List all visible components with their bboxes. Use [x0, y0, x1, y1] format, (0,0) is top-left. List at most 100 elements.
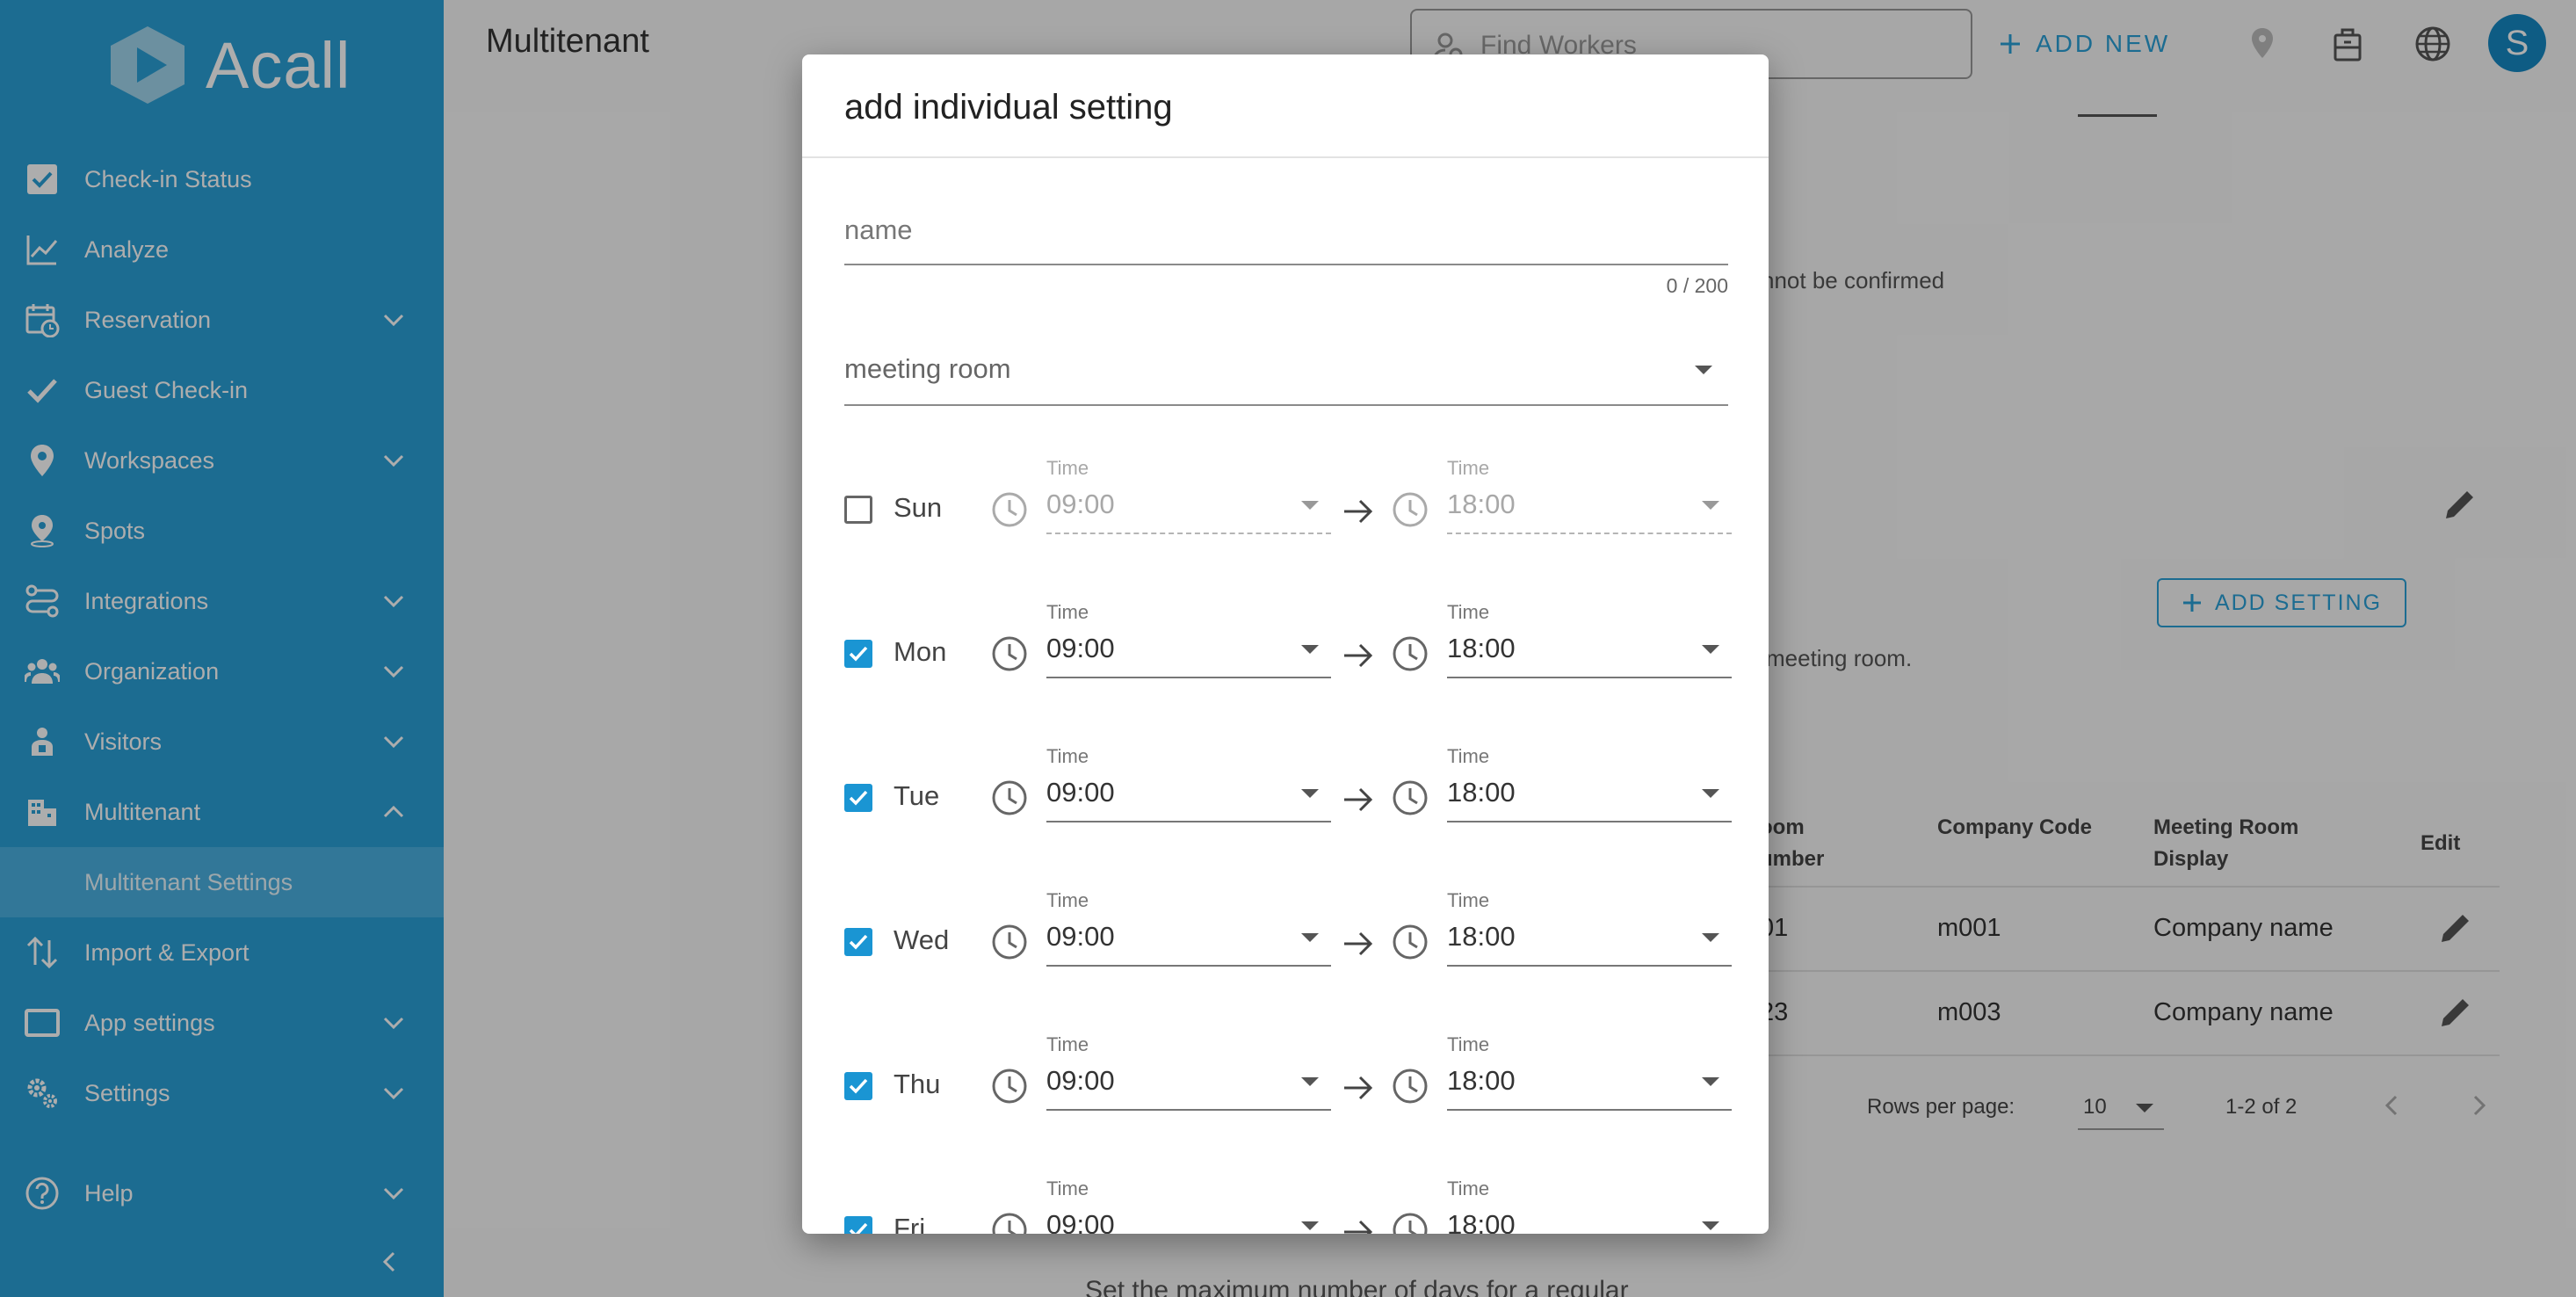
time-field-label: Time: [1046, 1033, 1089, 1055]
start-time-mon[interactable]: Time 09:00: [1046, 599, 1331, 687]
time-field-label: Time: [1046, 601, 1089, 623]
field-underline: [1046, 533, 1331, 534]
time-field-value: 09:00: [1046, 1209, 1115, 1234]
time-field-value: 09:00: [1046, 1065, 1115, 1096]
caret-down-icon: [1301, 501, 1319, 510]
time-field-label: Time: [1046, 457, 1089, 479]
time-field-value: 09:00: [1046, 633, 1115, 663]
field-underline: [1447, 1109, 1732, 1111]
check-icon: [849, 646, 868, 662]
field-underline: [1447, 533, 1732, 534]
arrow-right-icon: [1344, 499, 1373, 524]
arrow-right-icon: [1344, 787, 1373, 812]
time-field-label: Time: [1447, 745, 1490, 767]
time-field-label: Time: [1447, 1033, 1490, 1055]
meeting-room-select[interactable]: meeting room: [844, 332, 1728, 406]
name-field[interactable]: [844, 204, 1728, 265]
clock-icon: [1393, 492, 1428, 527]
check-icon: [849, 934, 868, 950]
check-icon: [849, 1078, 868, 1094]
day-label: Fri: [894, 1213, 926, 1234]
day-label: Tue: [894, 780, 940, 811]
start-time-tue[interactable]: Time 09:00: [1046, 743, 1331, 831]
time-field-label: Time: [1447, 601, 1490, 623]
time-field-value: 09:00: [1046, 921, 1115, 952]
clock-icon: [992, 924, 1027, 960]
name-input[interactable]: [844, 204, 1728, 257]
day-row-fri: Fri Time 09:00 Time 18:00: [802, 1176, 1769, 1234]
caret-down-icon: [1702, 645, 1719, 654]
caret-down-icon: [1702, 789, 1719, 798]
day-label: Wed: [894, 924, 950, 955]
clock-icon: [992, 636, 1027, 671]
clock-icon: [1393, 636, 1428, 671]
time-field-label: Time: [1447, 1177, 1490, 1199]
clock-icon: [1393, 1213, 1428, 1234]
day-row-wed: Wed Time 09:00 Time 18:00: [802, 888, 1769, 975]
start-time-fri[interactable]: Time 09:00: [1046, 1176, 1331, 1234]
field-underline: [1447, 821, 1732, 822]
caret-down-icon: [1301, 789, 1319, 798]
day-row-mon: Mon Time 09:00 Time 18:00: [802, 599, 1769, 687]
time-field-value: 18:00: [1447, 489, 1516, 519]
time-field-value: 18:00: [1447, 777, 1516, 808]
day-checkbox-fri[interactable]: [844, 1216, 872, 1234]
end-time-tue[interactable]: Time 18:00: [1447, 743, 1732, 831]
day-checkbox-thu[interactable]: [844, 1072, 872, 1100]
time-field-label: Time: [1447, 889, 1490, 911]
caret-down-icon: [1702, 501, 1719, 510]
caret-down-icon: [1702, 1077, 1719, 1086]
day-checkbox-tue[interactable]: [844, 784, 872, 812]
caret-down-icon: [1301, 933, 1319, 942]
day-row-tue: Tue Time 09:00 Time 18:00: [802, 743, 1769, 831]
field-underline: [1046, 677, 1331, 678]
end-time-thu[interactable]: Time 18:00: [1447, 1032, 1732, 1119]
time-field-value: 18:00: [1447, 921, 1516, 952]
day-label: Mon: [894, 636, 947, 667]
caret-down-icon: [1702, 1221, 1719, 1230]
field-underline: [1447, 677, 1732, 678]
time-field-label: Time: [1046, 745, 1089, 767]
add-individual-setting-dialog: add individual setting 0 / 200 meeting r…: [802, 54, 1769, 1234]
time-field-label: Time: [1046, 1177, 1089, 1199]
caret-down-icon: [1301, 645, 1319, 654]
start-time-thu[interactable]: Time 09:00: [1046, 1032, 1331, 1119]
clock-icon: [992, 492, 1027, 527]
end-time-fri[interactable]: Time 18:00: [1447, 1176, 1732, 1234]
clock-icon: [1393, 924, 1428, 960]
arrow-right-icon: [1344, 931, 1373, 956]
field-underline: [1046, 1109, 1331, 1111]
time-field-value: 18:00: [1447, 1065, 1516, 1096]
time-field-label: Time: [1447, 457, 1490, 479]
day-label: Thu: [894, 1069, 941, 1099]
start-time-wed[interactable]: Time 09:00: [1046, 888, 1331, 975]
clock-icon: [1393, 780, 1428, 815]
clock-icon: [992, 780, 1027, 815]
day-row-thu: Thu Time 09:00 Time 18:00: [802, 1032, 1769, 1119]
day-checkbox-mon[interactable]: [844, 640, 872, 668]
day-checkbox-sun[interactable]: [844, 496, 872, 524]
end-time-sun[interactable]: Time 18:00: [1447, 455, 1732, 543]
day-label: Sun: [894, 492, 943, 523]
field-underline: [1447, 965, 1732, 967]
time-field-label: Time: [1046, 889, 1089, 911]
arrow-right-icon: [1344, 1220, 1373, 1234]
caret-down-icon: [1301, 1077, 1319, 1086]
clock-icon: [992, 1069, 1027, 1104]
caret-down-icon: [1301, 1221, 1319, 1230]
check-icon: [849, 790, 868, 806]
name-char-counter: 0 / 200: [1666, 274, 1728, 297]
end-time-wed[interactable]: Time 18:00: [1447, 888, 1732, 975]
field-underline: [1046, 821, 1331, 822]
end-time-mon[interactable]: Time 18:00: [1447, 599, 1732, 687]
meeting-room-placeholder: meeting room: [844, 353, 1011, 384]
start-time-sun[interactable]: Time 09:00: [1046, 455, 1331, 543]
caret-down-icon: [1702, 933, 1719, 942]
caret-down-icon: [1695, 366, 1712, 374]
day-checkbox-wed[interactable]: [844, 928, 872, 956]
time-field-value: 18:00: [1447, 1209, 1516, 1234]
clock-icon: [1393, 1069, 1428, 1104]
time-field-value: 09:00: [1046, 777, 1115, 808]
arrow-right-icon: [1344, 643, 1373, 668]
clock-icon: [992, 1213, 1027, 1234]
